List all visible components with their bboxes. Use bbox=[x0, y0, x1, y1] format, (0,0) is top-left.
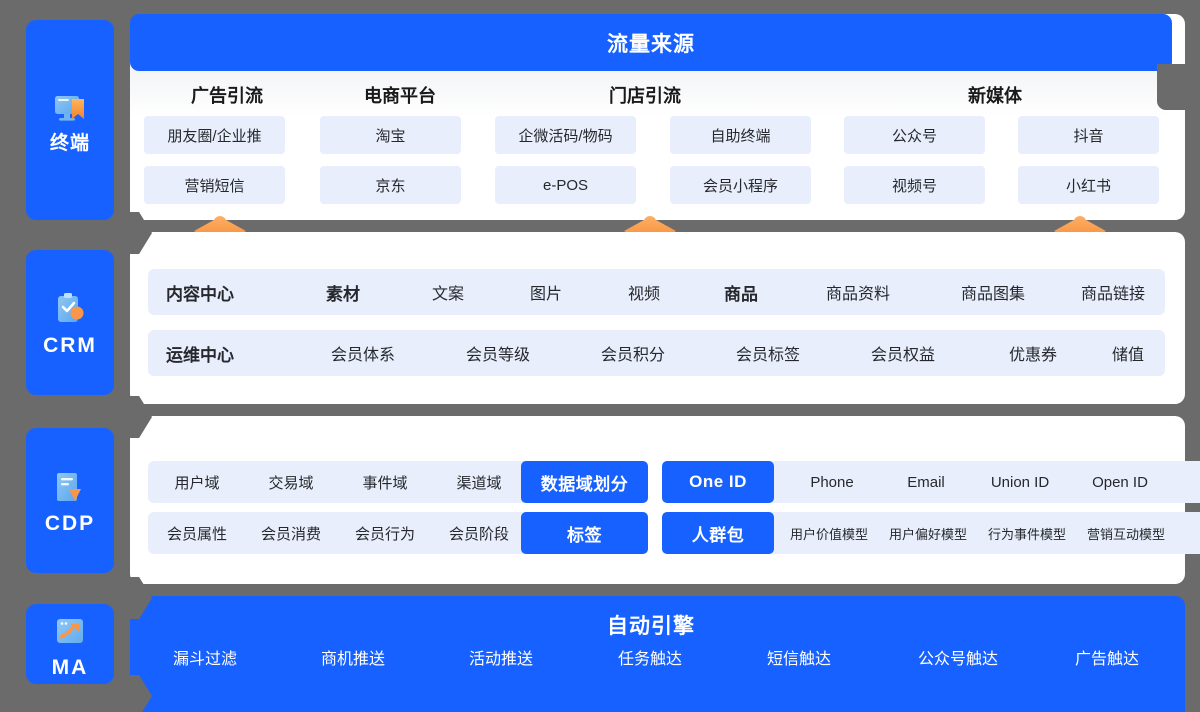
ma-title: 自动引擎 bbox=[607, 615, 695, 638]
rail-item-ma[interactable]: MA bbox=[26, 604, 114, 684]
cdp-badge-data-domain[interactable]: 数据域划分 bbox=[521, 461, 648, 503]
ma-item[interactable]: 公众号触达 bbox=[883, 646, 1033, 668]
ma-item[interactable]: 活动推送 bbox=[436, 646, 566, 668]
crm-panel: 内容中心 素材 文案 图片 视频 商品 商品资料 商品图集 商品链接 运维中心 … bbox=[130, 232, 1185, 404]
cdp-cell[interactable]: 用户价值模型 bbox=[780, 512, 878, 554]
cdp-cell[interactable]: 用户域 bbox=[152, 461, 242, 503]
document-fold-icon bbox=[50, 467, 90, 507]
panel-notch-right bbox=[1157, 64, 1185, 110]
crm-cell[interactable]: 商品链接 bbox=[1058, 269, 1168, 315]
column-title-new-media: 新媒体 bbox=[968, 86, 1022, 106]
cdp-badge-one-id[interactable]: One ID bbox=[662, 461, 774, 503]
window-trend-arrow-icon bbox=[50, 611, 90, 651]
column-title-ecommerce: 电商平台 bbox=[364, 86, 436, 106]
crm-cell[interactable]: 图片 bbox=[501, 269, 591, 315]
traffic-chip[interactable]: e-POS bbox=[495, 166, 636, 204]
traffic-chip[interactable]: 淘宝 bbox=[320, 116, 461, 154]
traffic-chip[interactable]: 会员小程序 bbox=[670, 166, 811, 204]
cdp-cell[interactable]: Email bbox=[878, 461, 974, 503]
crm-cell[interactable]: 商品图集 bbox=[938, 269, 1048, 315]
crm-cell[interactable]: 会员体系 bbox=[308, 330, 418, 376]
monitor-bookmark-icon bbox=[50, 88, 90, 128]
crm-cell[interactable]: 商品资料 bbox=[803, 269, 913, 315]
rail-item-crm[interactable]: CRM bbox=[26, 250, 114, 395]
ma-item[interactable]: 漏斗过滤 bbox=[140, 646, 270, 668]
crm-row-label: 内容中心 bbox=[166, 284, 234, 304]
rail-item-label: CDP bbox=[44, 512, 96, 535]
cdp-cell[interactable]: 会员行为 bbox=[340, 512, 430, 554]
crm-cell[interactable]: 储值 bbox=[1088, 330, 1168, 376]
traffic-chip[interactable]: 企微活码/物码 bbox=[495, 116, 636, 154]
rail-item-cdp[interactable]: CDP bbox=[26, 428, 114, 573]
column-title-store: 门店引流 bbox=[609, 86, 681, 106]
cdp-cell[interactable]: Open ID bbox=[1070, 461, 1170, 503]
cdp-cell[interactable]: 营销互动模型 bbox=[1077, 512, 1175, 554]
ma-item[interactable]: 广告触达 bbox=[1042, 646, 1172, 668]
traffic-chip[interactable]: 京东 bbox=[320, 166, 461, 204]
crm-cell[interactable]: 优惠券 bbox=[988, 330, 1078, 376]
crm-cell[interactable]: 会员积分 bbox=[578, 330, 688, 376]
cdp-badge-tags[interactable]: 标签 bbox=[521, 512, 648, 554]
crm-cell[interactable]: 会员权益 bbox=[848, 330, 958, 376]
cdp-cell[interactable]: 用户偏好模型 bbox=[879, 512, 977, 554]
crm-cell[interactable]: 会员等级 bbox=[443, 330, 553, 376]
traffic-chip[interactable]: 小红书 bbox=[1018, 166, 1159, 204]
crm-cell[interactable]: 商品 bbox=[696, 269, 786, 315]
cdp-cell[interactable]: 事件域 bbox=[340, 461, 430, 503]
traffic-source-title: 流量来源 bbox=[607, 32, 695, 56]
stack-rail: 终端 CRM CDP MA bbox=[0, 0, 130, 712]
diagram-canvas: 终端 CRM CDP MA 流量来源 广告引流 电商平台 门店引流 新媒体 朋友… bbox=[0, 0, 1200, 712]
cdp-cell[interactable]: 交易域 bbox=[246, 461, 336, 503]
cdp-cell[interactable]: 会员阶段 bbox=[434, 512, 524, 554]
rail-item-label: MA bbox=[51, 655, 89, 679]
traffic-chip[interactable]: 抖音 bbox=[1018, 116, 1159, 154]
cdp-cell[interactable]: 渠道域 bbox=[434, 461, 524, 503]
traffic-chip[interactable]: 朋友圈/企业推 bbox=[144, 116, 285, 154]
column-title-ads: 广告引流 bbox=[191, 86, 263, 106]
traffic-chip[interactable]: 视频号 bbox=[844, 166, 985, 204]
crm-row-operations: 运维中心 会员体系 会员等级 会员积分 会员标签 会员权益 优惠券 储值 bbox=[148, 330, 1165, 376]
cdp-panel: 用户域 交易域 事件域 渠道域 数据域划分 One ID Phone Email… bbox=[130, 416, 1200, 584]
cdp-cell[interactable]: 行为事件模型 bbox=[978, 512, 1076, 554]
crm-cell[interactable]: 视频 bbox=[599, 269, 689, 315]
crm-row-label: 运维中心 bbox=[166, 345, 234, 365]
ma-item[interactable]: 短信触达 bbox=[734, 646, 864, 668]
rail-item-label: CRM bbox=[43, 334, 97, 357]
cdp-cell[interactable]: Phone bbox=[784, 461, 880, 503]
rail-item-label: 终端 bbox=[49, 132, 90, 154]
traffic-source-panel: 流量来源 广告引流 电商平台 门店引流 新媒体 朋友圈/企业推 淘宝 企微活码/… bbox=[130, 14, 1185, 220]
crm-cell[interactable]: 会员标签 bbox=[713, 330, 823, 376]
cdp-badge-audience[interactable]: 人群包 bbox=[662, 512, 774, 554]
crm-row-content: 内容中心 素材 文案 图片 视频 商品 商品资料 商品图集 商品链接 bbox=[148, 269, 1165, 315]
crm-cell[interactable]: 文案 bbox=[403, 269, 493, 315]
rail-item-terminal[interactable]: 终端 bbox=[26, 20, 114, 220]
ma-panel: 自动引擎 漏斗过滤 商机推送 活动推送 任务触达 短信触达 公众号触达 广告触达 bbox=[130, 596, 1185, 712]
ma-item[interactable]: 任务触达 bbox=[585, 646, 715, 668]
traffic-chip[interactable]: 自助终端 bbox=[670, 116, 811, 154]
cdp-cell[interactable]: 会员属性 bbox=[152, 512, 242, 554]
cdp-cell[interactable]: Union ID bbox=[970, 461, 1070, 503]
cdp-cell[interactable]: 会员消费 bbox=[246, 512, 336, 554]
traffic-chip[interactable]: 营销短信 bbox=[144, 166, 285, 204]
clipboard-check-icon bbox=[50, 289, 90, 329]
crm-cell[interactable]: 素材 bbox=[298, 269, 388, 315]
traffic-chip[interactable]: 公众号 bbox=[844, 116, 985, 154]
traffic-source-header: 流量来源 bbox=[130, 14, 1172, 71]
ma-item[interactable]: 商机推送 bbox=[288, 646, 418, 668]
